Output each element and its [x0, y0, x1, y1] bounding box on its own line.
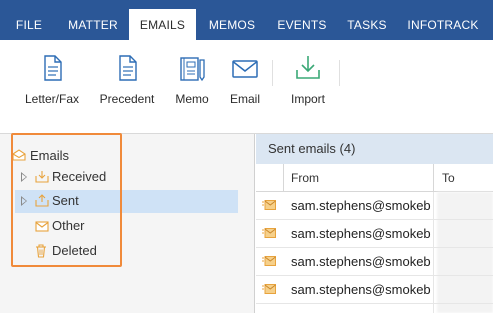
ribbon-separator — [272, 60, 273, 86]
import-button[interactable]: Import — [284, 52, 332, 124]
import-label: Import — [290, 92, 325, 106]
download-icon — [296, 56, 320, 79]
precedent-button[interactable]: Precedent — [97, 52, 157, 124]
column-header-from[interactable]: From — [291, 164, 319, 192]
tab-events[interactable]: EVENTS — [272, 9, 332, 40]
email-envelope-icon — [262, 200, 276, 210]
email-row[interactable]: sam.stephens@smokeb — [256, 220, 493, 248]
list-title: Sent emails (4) — [256, 134, 493, 164]
email-from: sam.stephens@smokeb — [291, 198, 431, 213]
email-from: sam.stephens@smokeb — [291, 282, 431, 297]
document-icon — [44, 55, 62, 81]
ribbon-separator — [339, 60, 340, 86]
letter-fax-button[interactable]: Letter/Fax — [22, 52, 82, 124]
tab-matter[interactable]: MATTER — [61, 9, 125, 40]
tab-bar: FILE MATTER EMAILS MEMOS EVENTS TASKS IN… — [0, 0, 493, 40]
email-envelope-icon — [262, 228, 276, 238]
email-label: Email — [229, 92, 260, 106]
email-row[interactable]: sam.stephens@smokeb — [256, 248, 493, 276]
email-row[interactable]: sam.stephens@smokeb — [256, 276, 493, 304]
memo-button[interactable]: Memo — [166, 52, 218, 124]
email-list-pane: Sent emails (4) From To sam.stephens@smo… — [256, 134, 493, 313]
email-from: sam.stephens@smokeb — [291, 254, 431, 269]
email-row[interactable]: sam.stephens@smokeb — [256, 192, 493, 220]
memo-icon — [180, 57, 205, 82]
tab-infotrack[interactable]: INFOTRACK — [401, 9, 485, 40]
tab-file[interactable]: FILE — [6, 9, 52, 40]
column-header-to[interactable]: To — [442, 164, 455, 192]
column-header-row: From To — [256, 164, 493, 192]
ribbon: Letter/Fax Precedent Memo Email Import — [0, 40, 493, 134]
email-envelope-icon — [262, 256, 276, 266]
tab-tasks[interactable]: TASKS — [343, 9, 391, 40]
document-icon — [119, 55, 137, 81]
annotation-highlight-box — [11, 133, 122, 267]
column-divider[interactable] — [433, 164, 434, 192]
email-button[interactable]: Email — [224, 52, 266, 124]
letter-fax-label: Letter/Fax — [24, 92, 80, 106]
precedent-label: Precedent — [99, 92, 155, 106]
column-divider — [283, 164, 284, 192]
column-divider — [433, 192, 434, 313]
tab-memos[interactable]: MEMOS — [201, 9, 263, 40]
envelope-icon — [232, 60, 258, 78]
email-from: sam.stephens@smokeb — [291, 226, 431, 241]
tab-emails[interactable]: EMAILS — [129, 9, 196, 40]
memo-label: Memo — [175, 92, 209, 106]
email-envelope-icon — [262, 284, 276, 294]
